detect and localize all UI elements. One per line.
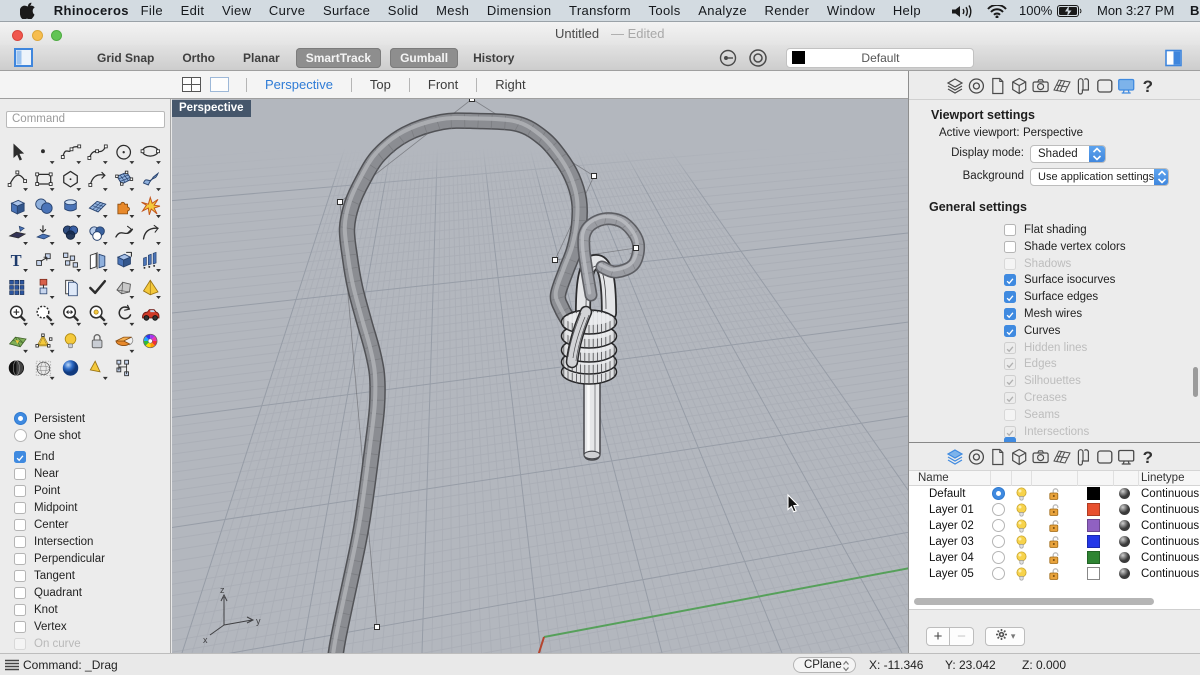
svg-text:x: x <box>203 635 208 645</box>
svg-text:y: y <box>256 616 261 626</box>
svg-text:?: ? <box>1143 448 1153 467</box>
svg-text:T: T <box>11 251 22 270</box>
svg-text:z: z <box>220 585 225 595</box>
svg-text:?: ? <box>1143 77 1153 96</box>
